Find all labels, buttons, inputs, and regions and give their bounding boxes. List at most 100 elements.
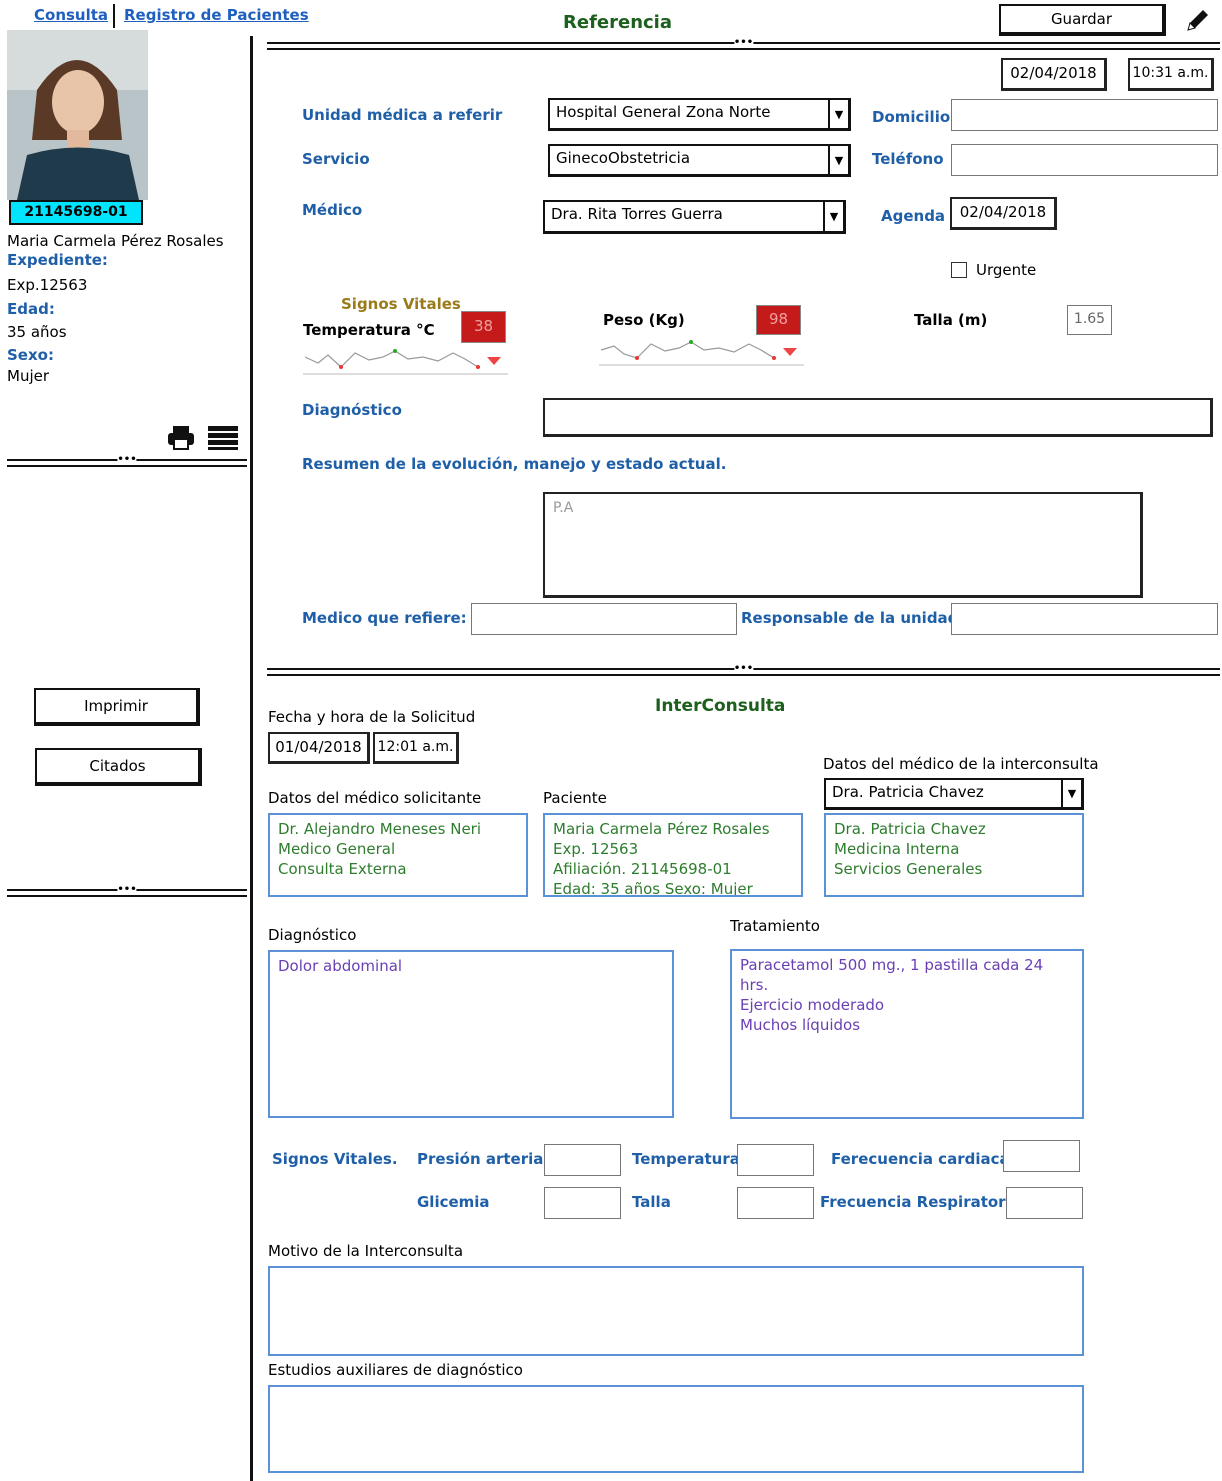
- citados-button[interactable]: Citados: [35, 748, 202, 786]
- unidad-value: Hospital General Zona Norte: [556, 103, 771, 121]
- tratamiento-textarea[interactable]: Paracetamol 500 mg., 1 pastilla cada 24 …: [730, 949, 1084, 1119]
- ref-time-field[interactable]: 10:31 a.m.: [1128, 58, 1214, 91]
- guardar-button[interactable]: Guardar: [999, 4, 1166, 36]
- signos-vitales-title: Signos Vitales: [341, 295, 461, 313]
- peso-value[interactable]: 98: [756, 305, 801, 335]
- patient-photo: [7, 30, 148, 200]
- frec-resp-input[interactable]: [1006, 1187, 1083, 1219]
- imprimir-button[interactable]: Imprimir: [34, 688, 200, 726]
- peso-label: Peso (Kg): [603, 311, 685, 329]
- tratamiento-line: Muchos líquidos: [740, 1016, 861, 1034]
- telefono-input[interactable]: [951, 144, 1218, 176]
- solicitante-line: Medico General: [278, 840, 396, 858]
- medico-value: Dra. Rita Torres Guerra: [551, 205, 723, 223]
- medico-select[interactable]: Dra. Rita Torres Guerra ▼: [543, 200, 846, 234]
- temperatura-label: Temperatura °C: [303, 321, 435, 339]
- talla-inter-input[interactable]: [737, 1187, 814, 1219]
- diagnostico-ref-label: Diagnóstico: [302, 401, 402, 419]
- resumen-textarea[interactable]: P.A: [543, 492, 1143, 598]
- diagnostico-inter-label: Diagnóstico: [268, 926, 357, 944]
- paciente-label: Paciente: [543, 789, 607, 807]
- medico-inter-line: Dra. Patricia Chavez: [834, 820, 986, 838]
- glicemia-input[interactable]: [544, 1187, 621, 1219]
- fecha-solicitud-label: Fecha y hora de la Solicitud: [268, 708, 476, 726]
- medico-inter-box: Dra. Patricia Chavez Medicina Interna Se…: [824, 813, 1084, 897]
- paciente-line: Afiliación. 21145698-01: [553, 860, 732, 878]
- responsable-input[interactable]: [951, 603, 1218, 635]
- patient-id-badge: 21145698-01: [9, 200, 143, 225]
- urgente-label: Urgente: [976, 261, 1037, 279]
- interconsulta-splitter[interactable]: •••: [267, 664, 1220, 676]
- solicitante-box: Dr. Alejandro Meneses Neri Medico Genera…: [268, 813, 528, 897]
- nav-registro-link[interactable]: Registro de Pacientes: [124, 6, 309, 24]
- servicio-select[interactable]: GinecoObstetricia ▼: [548, 144, 851, 177]
- left-splitter-top[interactable]: •••: [7, 455, 247, 467]
- chevron-down-icon: ▼: [823, 202, 843, 231]
- sexo-value: Mujer: [7, 367, 50, 385]
- domicilio-label: Domicilio: [872, 108, 951, 126]
- tratamiento-line: Ejercicio moderado: [740, 996, 885, 1014]
- patient-name: Maria Carmela Pérez Rosales: [7, 232, 224, 250]
- medico-inter-select[interactable]: Dra. Patricia Chavez ▼: [824, 778, 1084, 810]
- presion-label: Presión arterial:: [417, 1150, 555, 1168]
- chevron-down-icon: ▼: [828, 146, 848, 174]
- solicitante-line: Consulta Externa: [278, 860, 407, 878]
- estudios-textarea[interactable]: [268, 1385, 1084, 1473]
- diagnostico-ref-input[interactable]: [543, 398, 1213, 437]
- medico-inter-line: Medicina Interna: [834, 840, 960, 858]
- talla-label: Talla (m): [914, 311, 988, 329]
- sparkline: [303, 349, 508, 375]
- expediente-label: Expediente:: [7, 251, 108, 269]
- presion-input[interactable]: [544, 1144, 621, 1176]
- photo-placeholder: [7, 30, 148, 200]
- left-splitter-bottom[interactable]: •••: [7, 885, 247, 897]
- chevron-down-icon: ▼: [1061, 780, 1081, 807]
- temperatura-inter-label: Temperatura:: [632, 1150, 746, 1168]
- list-icon[interactable]: [207, 424, 239, 450]
- ref-date-field[interactable]: 02/04/2018: [1001, 58, 1107, 91]
- temperatura-inter-input[interactable]: [737, 1144, 814, 1176]
- domicilio-input[interactable]: [951, 99, 1218, 131]
- frec-resp-label: Frecuencia Respiratoria: [820, 1193, 1021, 1211]
- responsable-label: Responsable de la unidad:: [741, 609, 965, 627]
- frec-cardiaca-input[interactable]: [1003, 1140, 1080, 1172]
- talla-inter-label: Talla: [632, 1193, 671, 1211]
- agenda-label: Agenda: [881, 207, 946, 225]
- hora-solicitud-field[interactable]: 12:01 a.m.: [373, 732, 459, 764]
- paciente-line: Edad: 35 años Sexo: Mujer: [553, 880, 753, 897]
- motivo-textarea[interactable]: [268, 1266, 1084, 1356]
- medico-inter-line: Servicios Generales: [834, 860, 983, 878]
- resumen-label: Resumen de la evolución, manejo y estado…: [302, 455, 727, 473]
- paciente-box: Maria Carmela Pérez Rosales Exp. 12563 A…: [543, 813, 803, 897]
- expediente-value: Exp.12563: [7, 276, 88, 294]
- tratamiento-line: Paracetamol 500 mg., 1 pastilla cada 24 …: [740, 956, 1044, 994]
- glicemia-label: Glicemia: [417, 1193, 490, 1211]
- paciente-line: Maria Carmela Pérez Rosales: [553, 820, 770, 838]
- medico-refiere-input[interactable]: [471, 603, 737, 635]
- medico-label: Médico: [302, 201, 363, 219]
- paciente-line: Exp. 12563: [553, 840, 639, 858]
- solicitante-line: Dr. Alejandro Meneses Neri: [278, 820, 482, 838]
- printer-icon[interactable]: [167, 424, 195, 450]
- referencia-splitter[interactable]: •••: [267, 38, 1220, 50]
- medico-refiere-label: Medico que refiere:: [302, 609, 467, 627]
- urgente-checkbox[interactable]: [951, 262, 967, 278]
- edad-value: 35 años: [7, 323, 67, 341]
- talla-value[interactable]: 1.65: [1067, 305, 1112, 335]
- nav-divider: [113, 4, 115, 28]
- servicio-value: GinecoObstetricia: [556, 149, 691, 167]
- temperatura-value[interactable]: 38: [461, 311, 506, 343]
- pencil-icon[interactable]: [1184, 6, 1212, 34]
- estudios-label: Estudios auxiliares de diagnóstico: [268, 1361, 523, 1379]
- servicio-label: Servicio: [302, 150, 370, 168]
- frec-cardiaca-label: Ferecuencia cardiaca:: [831, 1150, 1016, 1168]
- medico-inter-label: Datos del médico de la interconsulta: [823, 755, 1099, 773]
- sexo-label: Sexo:: [7, 346, 54, 364]
- medico-inter-select-value: Dra. Patricia Chavez: [832, 783, 984, 801]
- diagnostico-inter-textarea[interactable]: Dolor abdominal: [268, 950, 674, 1118]
- nav-consulta-link[interactable]: Consulta: [34, 6, 108, 24]
- fecha-solicitud-field[interactable]: 01/04/2018: [268, 732, 370, 764]
- unidad-select[interactable]: Hospital General Zona Norte ▼: [548, 98, 851, 131]
- agenda-field[interactable]: 02/04/2018: [950, 197, 1057, 230]
- motivo-label: Motivo de la Interconsulta: [268, 1242, 464, 1260]
